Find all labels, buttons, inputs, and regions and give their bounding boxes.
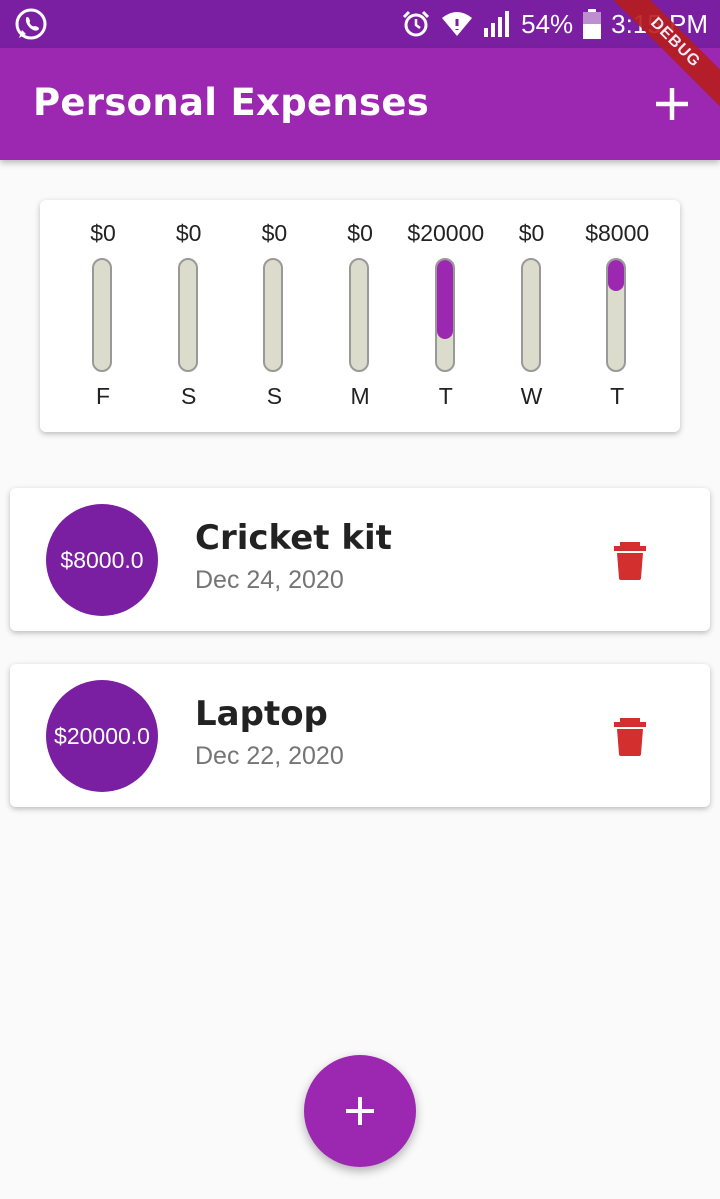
trash-icon [614, 718, 646, 756]
chart-bar-fill [436, 260, 453, 339]
weekly-chart: $0 F $0 S $0 S $0 M $20000 T $0 W $8000 T [40, 200, 680, 432]
chart-bar-track [263, 258, 284, 372]
bar-day-label: M [350, 383, 370, 409]
bar-day-label: F [95, 383, 111, 409]
chart-bar-track [177, 258, 198, 372]
chart-bar-track [92, 258, 112, 372]
whatsapp-icon [14, 7, 48, 46]
bar-amount-label: $0 [90, 220, 116, 246]
bar-day-label: T [438, 383, 453, 409]
trash-icon [614, 542, 646, 580]
wifi-icon [441, 10, 473, 38]
chart-bar-column: $8000 T [572, 200, 662, 432]
delete-button[interactable] [610, 716, 650, 756]
bar-day-label: T [610, 383, 625, 409]
transaction-card: $20000.0 Laptop Dec 22, 2020 [10, 664, 710, 807]
plus-icon [656, 88, 688, 120]
amount-avatar: $20000.0 [46, 680, 158, 792]
battery-icon [583, 9, 602, 39]
chart-bar-column: $0 S [229, 200, 319, 432]
chart-bar-track [434, 258, 455, 372]
chart-bar-track [606, 258, 627, 372]
bar-day-label: S [181, 383, 197, 409]
chart-bar-track [349, 258, 370, 372]
bar-amount-label: $8000 [585, 220, 650, 246]
transaction-title: Cricket kit [195, 518, 392, 558]
status-bar: 54% 3:15 PM [0, 0, 720, 48]
chart-bar-column: $0 F [58, 200, 148, 432]
battery-percent: 54% [521, 8, 574, 39]
transaction-title: Laptop [195, 694, 328, 734]
transaction-card: $8000.0 Cricket kit Dec 24, 2020 [10, 488, 710, 631]
chart-bar-column: $0 W [487, 200, 577, 432]
bar-amount-label: $0 [175, 220, 202, 246]
bar-day-label: W [520, 383, 543, 409]
add-transaction-button[interactable] [652, 84, 692, 124]
bar-amount-label: $0 [347, 220, 373, 246]
bar-amount-label: $20000 [407, 220, 485, 246]
page-title: Personal Expenses [33, 81, 430, 124]
bar-amount-label: $0 [261, 220, 288, 246]
bar-day-label: S [266, 383, 283, 409]
bar-amount-label: $0 [518, 220, 545, 246]
signal-icon [483, 10, 511, 38]
chart-bar-track [520, 258, 541, 372]
plus-icon [346, 1097, 374, 1125]
transaction-date: Dec 22, 2020 [195, 742, 344, 770]
delete-button[interactable] [610, 540, 650, 580]
add-fab-button[interactable] [304, 1055, 416, 1167]
chart-bar-column: $0 M [315, 200, 405, 432]
alarm-icon [401, 9, 431, 39]
chart-bar-fill [608, 260, 625, 292]
amount-avatar: $8000.0 [46, 504, 158, 616]
app-bar: Personal Expenses [0, 48, 720, 160]
transaction-date: Dec 24, 2020 [195, 566, 344, 594]
chart-bar-column: $0 S [144, 200, 234, 432]
chart-bar-column: $20000 T [401, 200, 491, 432]
